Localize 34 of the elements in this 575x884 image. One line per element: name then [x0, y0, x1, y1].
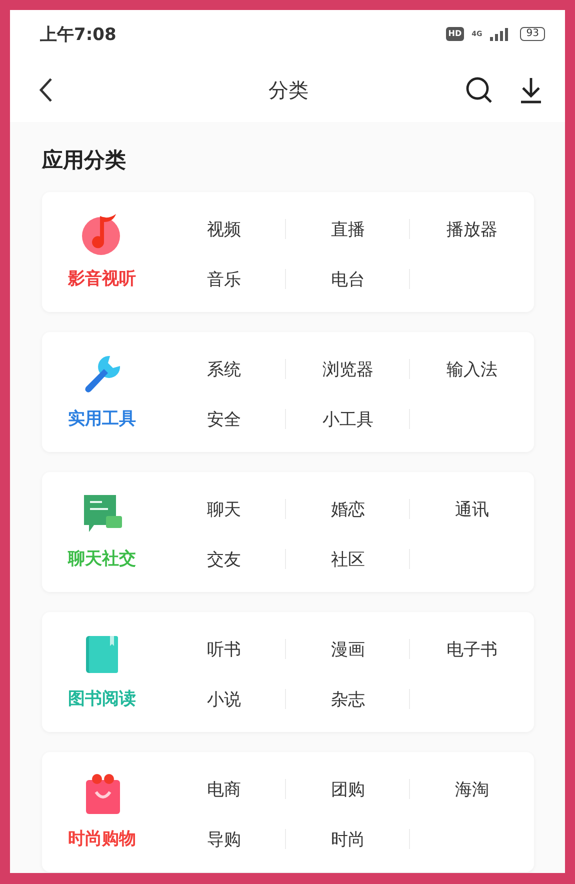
subcategory-link[interactable]: 漫画 [331, 638, 365, 660]
subcategory-link[interactable]: 安全 [207, 408, 241, 430]
subcategory-link[interactable]: 时尚 [331, 828, 365, 850]
subcategory-link[interactable]: 输入法 [446, 358, 498, 380]
category-label[interactable]: 时尚购物 [68, 826, 136, 852]
search-button[interactable] [465, 76, 493, 104]
subcategory-link[interactable]: 播放器 [446, 218, 498, 240]
category-label[interactable]: 影音视听 [68, 266, 136, 292]
subcategory-link[interactable]: 直播 [331, 218, 365, 240]
subcategory-link[interactable]: 交友 [207, 548, 241, 570]
subcategory-link[interactable]: 听书 [207, 638, 241, 660]
subcategory-link[interactable]: 音乐 [207, 268, 241, 290]
status-time: 上午7:08 [40, 24, 116, 46]
subcategory-link[interactable]: 系统 [207, 358, 241, 380]
hd-badge: HD [446, 27, 464, 41]
subcategory-link[interactable]: 小工具 [322, 408, 374, 430]
subcategory-link[interactable]: 小说 [207, 688, 241, 710]
subcategory-link[interactable]: 团购 [331, 778, 365, 800]
subcategory-link[interactable]: 聊天 [207, 498, 241, 520]
battery-level: 93 [520, 27, 545, 41]
subcategory-link[interactable]: 浏览器 [322, 358, 374, 380]
subcategory-link[interactable]: 电台 [331, 268, 365, 290]
subcategory-link[interactable]: 杂志 [331, 688, 365, 710]
subcategory-link[interactable]: 社区 [331, 548, 365, 570]
subcategory-link[interactable]: 电子书 [446, 638, 498, 660]
subcategory-link[interactable]: 海淘 [455, 778, 489, 800]
category-label[interactable]: 实用工具 [68, 406, 136, 432]
subcategory-link[interactable]: 通讯 [455, 498, 489, 520]
subcategory-link[interactable]: 电商 [207, 778, 241, 800]
subcategory-link[interactable]: 视频 [207, 218, 241, 240]
subcategory-link[interactable]: 婚恋 [331, 498, 365, 520]
page-title: 分类 [268, 76, 308, 104]
section-title: 应用分类 [42, 147, 127, 174]
subcategory-link[interactable]: 导购 [207, 828, 241, 850]
